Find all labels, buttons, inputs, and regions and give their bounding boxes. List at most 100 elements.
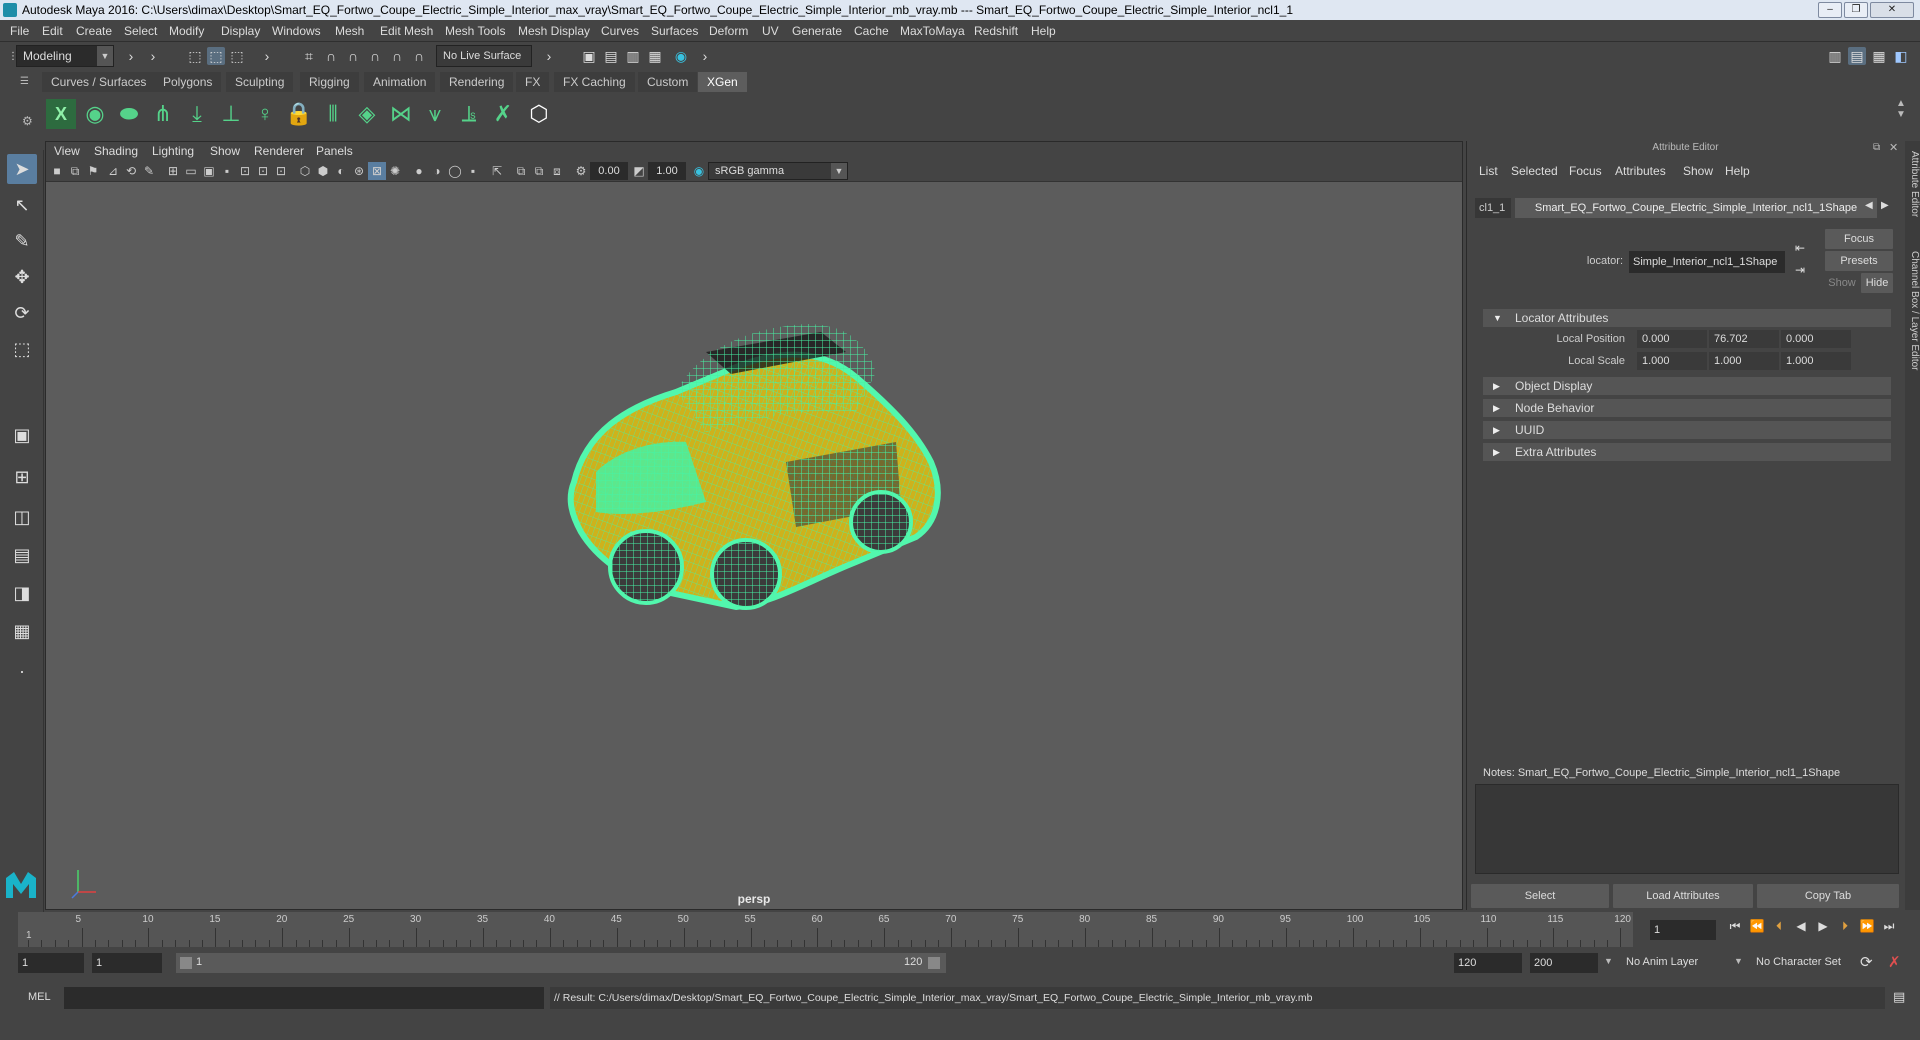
xray-icon[interactable]: ⧉ bbox=[512, 162, 530, 180]
xgen-rebuild-guides-icon[interactable]: ⫴ bbox=[318, 99, 348, 129]
viewport-panel[interactable]: View Shading Lighting Show Renderer Pane… bbox=[45, 141, 1463, 910]
shadows-icon[interactable]: ✺ bbox=[386, 162, 404, 180]
section-extra-attributes[interactable]: ▶ Extra Attributes bbox=[1483, 443, 1891, 461]
shelf-tab-fx-caching[interactable]: FX Caching bbox=[554, 72, 635, 92]
xgen-grooming-icon[interactable]: ⋔ bbox=[148, 99, 178, 129]
single-view-layout-icon[interactable]: ▣ bbox=[7, 420, 37, 450]
menu-modify[interactable]: Modify bbox=[169, 24, 204, 38]
xgen-eye-icon[interactable]: ◉ bbox=[80, 99, 110, 129]
two-view-layout-icon[interactable]: ◫ bbox=[7, 502, 37, 532]
vp-menu-view[interactable]: View bbox=[54, 144, 80, 158]
shelf-menu-icon[interactable]: ☰ bbox=[20, 76, 29, 87]
menu-create[interactable]: Create bbox=[76, 24, 112, 38]
live-surface-field[interactable]: No Live Surface bbox=[436, 45, 532, 67]
ae-menu-show[interactable]: Show bbox=[1683, 164, 1713, 178]
safe-title-icon[interactable]: ⊡ bbox=[272, 162, 290, 180]
vp-menu-shading[interactable]: Shading bbox=[94, 144, 138, 158]
tool-settings-icon[interactable]: ▦ bbox=[1870, 47, 1888, 65]
close-panel-icon[interactable]: ✕ bbox=[1889, 141, 1898, 154]
shelf-tab-rigging[interactable]: Rigging bbox=[300, 72, 359, 92]
menu-curves[interactable]: Curves bbox=[601, 24, 639, 38]
range-start-handle[interactable] bbox=[180, 957, 192, 969]
vp-menu-show[interactable]: Show bbox=[210, 144, 240, 158]
local-scale-x[interactable]: 1.000 bbox=[1637, 352, 1707, 370]
step-forward-key-icon[interactable]: ⏩ bbox=[1858, 917, 1876, 935]
wireframe-icon[interactable]: ⬡ bbox=[296, 162, 314, 180]
xgen-lock-guides-icon[interactable]: 🔒 bbox=[284, 99, 314, 129]
xgen-place-guides-icon[interactable]: ⤓ bbox=[182, 99, 212, 129]
image-plane-icon[interactable]: ⊿ bbox=[104, 162, 122, 180]
outliner-layout-icon[interactable]: ▤ bbox=[7, 540, 37, 570]
xgen-grass-icon[interactable]: ⩛ bbox=[420, 99, 450, 129]
shelf-tab-sculpting[interactable]: Sculpting bbox=[226, 72, 294, 92]
chevron-down-icon[interactable]: ▼ bbox=[1734, 956, 1743, 966]
use-all-lights-icon[interactable]: ⊠ bbox=[368, 162, 386, 180]
command-input[interactable] bbox=[64, 987, 544, 1009]
smooth-shade-icon[interactable]: ⬢ bbox=[314, 162, 332, 180]
focus-button[interactable]: Focus bbox=[1825, 229, 1893, 249]
car-wireframe-model[interactable] bbox=[556, 312, 956, 622]
side-tab-attribute-editor[interactable]: Attribute Editor bbox=[1905, 151, 1920, 217]
maximize-button[interactable]: ❐ bbox=[1844, 2, 1868, 18]
grid-icon[interactable]: ⊞ bbox=[164, 162, 182, 180]
menu-generate[interactable]: Generate bbox=[792, 24, 842, 38]
bookmark-icon[interactable]: ⚑ bbox=[84, 162, 102, 180]
xgen-create-description-icon[interactable]: ⬬ bbox=[114, 99, 144, 129]
side-tab-channel-box[interactable]: Channel Box / Layer Editor bbox=[1905, 251, 1920, 371]
tab-prev-icon[interactable]: ◀ bbox=[1865, 200, 1873, 211]
hypershade-layout-icon[interactable]: ▦ bbox=[7, 616, 37, 646]
ae-tab-shape[interactable]: Smart_EQ_Fortwo_Coupe_Electric_Simple_In… bbox=[1515, 198, 1877, 218]
minimize-button[interactable]: – bbox=[1818, 2, 1842, 18]
chevron-down-icon[interactable]: ▼ bbox=[1604, 956, 1613, 966]
ae-menu-selected[interactable]: Selected bbox=[1511, 164, 1558, 178]
camera-attrs-icon[interactable]: ⧉ bbox=[66, 162, 84, 180]
select-hierarchy-icon[interactable]: ⬚ bbox=[186, 47, 204, 65]
shelf-tab-xgen[interactable]: XGen bbox=[698, 72, 747, 92]
shelf-scroll-icon[interactable]: ▲ ▼ bbox=[1896, 98, 1906, 120]
section-object-display[interactable]: ▶ Object Display bbox=[1483, 377, 1891, 395]
menu-mesh-tools[interactable]: Mesh Tools bbox=[445, 24, 505, 38]
vp-menu-lighting[interactable]: Lighting bbox=[152, 144, 194, 158]
menu-set-dropdown[interactable]: Modeling ▼ bbox=[16, 45, 114, 67]
collapse-arrow-icon[interactable]: › bbox=[122, 47, 140, 65]
menu-redshift[interactable]: Redshift bbox=[974, 24, 1018, 38]
menu-mesh[interactable]: Mesh bbox=[335, 24, 364, 38]
multisample-aa-icon[interactable]: ◯ bbox=[446, 162, 464, 180]
snap-grid-icon[interactable]: ⌗ bbox=[300, 47, 318, 65]
gamma-icon[interactable]: ◩ bbox=[630, 162, 648, 180]
render-frame-icon[interactable]: ▤ bbox=[602, 47, 620, 65]
menu-maxtomaya[interactable]: MaxToMaya bbox=[900, 24, 965, 38]
time-ruler[interactable]: 1 5 10 15 20 25 30 35 40 45 50 55 60 65 70 75 80 85 90 95 1… bbox=[18, 912, 1633, 947]
step-back-frame-icon[interactable]: ⏴ bbox=[1770, 917, 1788, 935]
screen-space-ao-icon[interactable]: ● bbox=[410, 162, 428, 180]
resolution-gate-icon[interactable]: ▣ bbox=[200, 162, 218, 180]
select-button[interactable]: Select bbox=[1471, 884, 1609, 908]
anim-layer-dropdown[interactable]: No Anim Layer bbox=[1626, 956, 1698, 968]
menu-uv[interactable]: UV bbox=[762, 24, 779, 38]
xgen-cut-guides-icon[interactable]: ⫡ bbox=[454, 99, 484, 129]
copy-tab-button[interactable]: Copy Tab bbox=[1757, 884, 1899, 908]
ae-menu-help[interactable]: Help bbox=[1725, 164, 1750, 178]
float-panel-icon[interactable]: ⧉ bbox=[1873, 142, 1880, 153]
wireframe-on-shaded-icon[interactable]: ◐ bbox=[332, 162, 350, 180]
grease-pencil-icon[interactable]: ✎ bbox=[140, 162, 158, 180]
shelf-settings-icon[interactable]: ⚙ bbox=[22, 114, 33, 128]
select-component-icon[interactable]: ⬚ bbox=[228, 47, 246, 65]
script-editor-icon[interactable]: ▤ bbox=[1893, 989, 1905, 1005]
menu-edit[interactable]: Edit bbox=[42, 24, 63, 38]
ae-menu-focus[interactable]: Focus bbox=[1569, 164, 1602, 178]
go-to-output-icon[interactable]: ⇥ bbox=[1795, 263, 1805, 277]
local-position-y[interactable]: 76.702 bbox=[1709, 330, 1779, 348]
shelf-tab-polygons[interactable]: Polygons bbox=[154, 72, 222, 92]
rotate-tool-icon[interactable]: ⟳ bbox=[7, 298, 37, 328]
show-button[interactable]: Show bbox=[1825, 273, 1859, 293]
local-position-x[interactable]: 0.000 bbox=[1637, 330, 1707, 348]
snap-surface-icon[interactable]: ∩ bbox=[388, 47, 406, 65]
xgen-layers-icon[interactable]: ◈ bbox=[352, 99, 382, 129]
script-language-toggle[interactable]: MEL bbox=[28, 991, 51, 1003]
snap-point-icon[interactable]: ∩ bbox=[344, 47, 362, 65]
range-end-handle[interactable] bbox=[928, 957, 940, 969]
go-to-end-icon[interactable]: ⏭ bbox=[1880, 917, 1898, 935]
close-button[interactable]: ✕ bbox=[1870, 2, 1914, 18]
shelf-tab-curves-surfaces[interactable]: Curves / Surfaces bbox=[42, 72, 156, 92]
